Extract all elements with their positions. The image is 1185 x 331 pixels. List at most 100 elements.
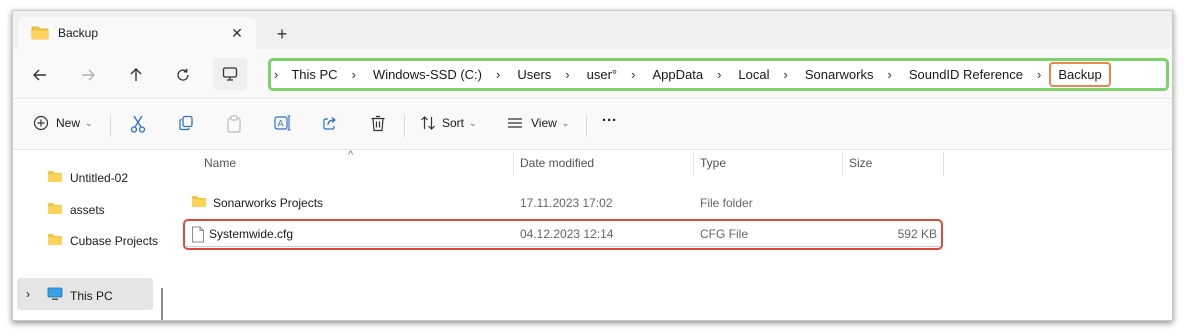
column-header-name[interactable]: Name (204, 156, 236, 170)
breadcrumb-separator: › (496, 67, 501, 82)
sidebar-item-label: Untitled-02 (70, 171, 129, 185)
more-options-button[interactable]: ··· (602, 112, 617, 129)
column-divider[interactable] (513, 152, 514, 176)
column-divider[interactable] (943, 152, 944, 176)
folder-icon (47, 233, 63, 249)
breadcrumb-separator: › (274, 67, 279, 82)
navigation-pane: Untitled-02 assets Cubase Projects › Thi… (13, 151, 163, 320)
chevron-down-icon: ⌄ (561, 117, 570, 128)
refresh-icon (177, 68, 189, 81)
file-date-modified: 17.11.2023 17:02 (520, 196, 613, 210)
chevron-down-icon: ⌄ (85, 117, 93, 128)
sidebar-item-label: Cubase Projects (70, 234, 159, 248)
breadcrumb-appdata[interactable]: AppData (652, 67, 703, 82)
arrow-right-icon (82, 69, 95, 81)
scissors-icon (130, 115, 146, 133)
breadcrumb-windows-ssd[interactable]: Windows-SSD (C:) (373, 67, 482, 82)
sort-button[interactable]: Sort ⌄ (420, 115, 477, 131)
sidebar-item-label: This PC (70, 288, 113, 303)
breadcrumb: › This PC › Windows-SSD (C:) › Users › u… (271, 61, 1111, 88)
file-type: File folder (700, 196, 753, 210)
breadcrumb-separator: › (565, 67, 570, 82)
column-divider[interactable] (693, 152, 694, 176)
sidebar-scrollbar[interactable] (161, 288, 163, 320)
folder-icon (47, 202, 63, 218)
view-button-label: View (531, 116, 557, 130)
close-tab-icon[interactable]: ✕ (226, 22, 248, 44)
column-header-date[interactable]: Date modified (520, 156, 594, 170)
file-date-modified: 04.12.2023 12:14 (520, 227, 614, 241)
file-name: Sonarworks Projects (213, 196, 324, 210)
svg-text:A: A (278, 120, 285, 130)
address-bar[interactable]: › This PC › Windows-SSD (C:) › Users › u… (268, 58, 1169, 91)
new-button-label: New (56, 116, 81, 130)
up-button[interactable] (123, 62, 149, 88)
sort-ascending-icon: ^ (348, 149, 354, 161)
rename-button[interactable]: A (274, 115, 292, 131)
breadcrumb-separator: › (717, 67, 722, 82)
expand-chevron-icon[interactable]: › (26, 287, 30, 301)
file-row-systemwide-cfg[interactable]: Systemwide.cfg 04.12.2023 12:14 CFG File… (183, 219, 943, 250)
computer-icon (47, 287, 63, 304)
breadcrumb-soundid-reference[interactable]: SoundID Reference (909, 67, 1023, 82)
breadcrumb-user[interactable]: user° (587, 67, 618, 82)
share-icon (323, 117, 336, 130)
breadcrumb-backup[interactable]: Backup (1049, 62, 1111, 87)
toolbar-divider (404, 115, 405, 137)
sidebar-item-assets[interactable]: assets (47, 202, 105, 218)
sort-button-label: Sort (442, 116, 465, 130)
new-tab-button[interactable]: + (271, 23, 293, 45)
breadcrumb-users[interactable]: Users (517, 67, 551, 82)
file-row-sonarworks-projects[interactable]: Sonarworks Projects 17.11.2023 17:02 Fil… (183, 188, 943, 219)
file-list: ^ Name Date modified Type Size Sonarwork… (171, 149, 1172, 320)
tab-backup[interactable]: Backup ✕ (18, 17, 256, 49)
paste-button[interactable] (226, 115, 242, 133)
sort-icon (421, 116, 435, 130)
rename-icon: A (274, 115, 291, 131)
toolbar-divider (110, 115, 111, 137)
sidebar-item-cubase-projects[interactable]: Cubase Projects (47, 233, 158, 249)
cut-button[interactable] (130, 115, 146, 133)
chevron-down-icon: ⌄ (469, 117, 477, 128)
back-button[interactable] (27, 62, 53, 88)
column-header-type[interactable]: Type (700, 156, 726, 170)
share-button[interactable] (322, 115, 338, 131)
column-divider[interactable] (842, 152, 843, 176)
column-header-size[interactable]: Size (849, 156, 872, 170)
command-toolbar: New ⌄ A Sort ⌄ View ⌄ ··· (13, 100, 1172, 150)
folder-icon (31, 26, 49, 43)
arrow-left-icon (33, 69, 46, 81)
breadcrumb-separator: › (1037, 67, 1042, 82)
refresh-button[interactable] (170, 62, 196, 88)
folder-icon (47, 170, 63, 186)
new-button[interactable]: New ⌄ (33, 115, 93, 131)
breadcrumb-local[interactable]: Local (738, 67, 769, 82)
file-icon (191, 226, 205, 246)
file-explorer-window: Backup ✕ + › This PC › Windows-SSD (C:) (12, 10, 1173, 321)
clipboard-icon (227, 115, 241, 133)
tab-strip: Backup ✕ + (13, 11, 1172, 49)
arrow-up-icon (130, 68, 142, 81)
monitor-icon (222, 67, 238, 81)
file-size: 592 KB (897, 227, 937, 241)
breadcrumb-separator: › (631, 67, 636, 82)
breadcrumb-this-pc[interactable]: This PC (291, 67, 337, 82)
breadcrumb-sonarworks[interactable]: Sonarworks (805, 67, 874, 82)
this-pc-button[interactable] (213, 58, 247, 90)
forward-button[interactable] (75, 62, 101, 88)
sidebar-item-this-pc-label: This PC (47, 287, 113, 304)
navigation-bar: › This PC › Windows-SSD (C:) › Users › u… (13, 49, 1172, 99)
file-name: Systemwide.cfg (209, 227, 294, 241)
file-type: CFG File (700, 227, 748, 241)
sidebar-item-label: assets (70, 203, 105, 217)
toolbar-divider (586, 115, 587, 137)
copy-icon (179, 115, 193, 131)
folder-icon (191, 195, 207, 211)
view-button[interactable]: View ⌄ (507, 115, 569, 131)
copy-button[interactable] (178, 115, 194, 131)
tab-title: Backup (58, 26, 99, 40)
delete-button[interactable] (370, 115, 386, 132)
breadcrumb-separator: › (887, 67, 892, 82)
plus-circle-icon (33, 115, 49, 131)
sidebar-item-untitled-02[interactable]: Untitled-02 (47, 170, 128, 186)
